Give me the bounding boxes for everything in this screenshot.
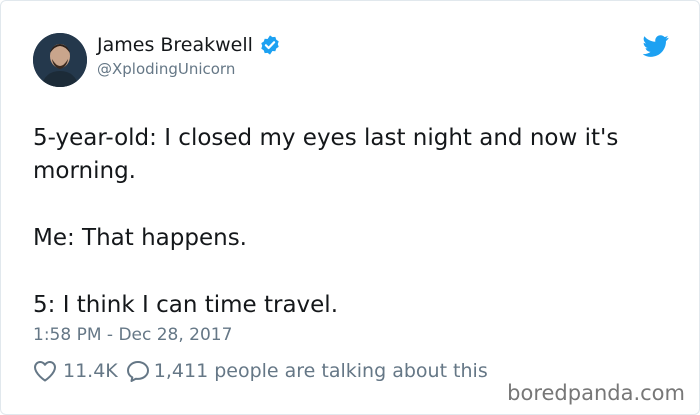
tweet-card: James Breakwell @XplodingUnicorn 5-year-… xyxy=(0,0,700,415)
tweet-line: 5: I think I can time travel. xyxy=(33,292,339,318)
tweet-line: Me: That happens. xyxy=(33,225,247,251)
tweet-timestamp[interactable]: 1:58 PM - Dec 28, 2017 xyxy=(33,325,232,345)
speech-bubble-icon[interactable] xyxy=(126,360,150,382)
watermark: boredpanda.com xyxy=(507,381,685,405)
twitter-bird-icon[interactable] xyxy=(643,35,669,57)
tweet-line: 5-year-old: I closed my eyes last night … xyxy=(33,125,619,184)
author-handle[interactable]: @XplodingUnicorn xyxy=(97,60,235,78)
talking-count[interactable]: 1,411 people are talking about this xyxy=(154,360,488,382)
like-count[interactable]: 11.4K xyxy=(63,360,118,382)
heart-icon[interactable] xyxy=(33,360,57,382)
tweet-text: 5-year-old: I closed my eyes last night … xyxy=(33,122,673,322)
verified-badge-icon xyxy=(261,35,279,55)
author-name-row: James Breakwell xyxy=(97,34,281,56)
engagement-bar: 11.4K 1,411 people are talking about thi… xyxy=(33,360,488,382)
author-name[interactable]: James Breakwell xyxy=(97,34,253,56)
avatar[interactable] xyxy=(33,33,87,87)
